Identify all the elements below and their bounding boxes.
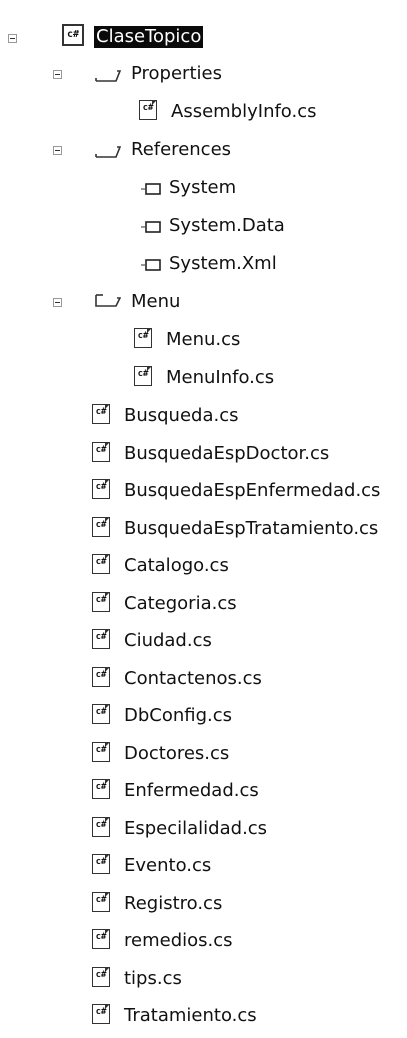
tree-node-file[interactable]: c# Evento.cs (0, 850, 407, 888)
reference-icon (141, 221, 161, 233)
file-label: remedios.cs (124, 930, 233, 951)
tree-node-file[interactable]: c# DbConfig.cs (0, 700, 407, 738)
csharp-file-icon: c# (92, 1004, 110, 1024)
file-label: tips.cs (124, 967, 182, 989)
tree-node-reference[interactable]: System.Xml (0, 248, 407, 286)
tree-node-references[interactable]: References (0, 134, 407, 172)
tree-node-menu[interactable]: Menu (0, 286, 407, 324)
reference-icon (141, 259, 161, 271)
folder-open-icon (95, 70, 121, 82)
tree-node-file[interactable]: c# MenuInfo.cs (0, 362, 407, 400)
csharp-file-icon: c# (92, 854, 110, 874)
csharp-file-icon: c# (92, 779, 110, 799)
file-label: BusquedaEspDoctor.cs (124, 442, 330, 464)
tree-node-file[interactable]: c# AssemblyInfo.cs (0, 96, 407, 134)
file-label: BusquedaEspEnfermedad.cs (124, 480, 381, 501)
file-label: Busqueda.cs (124, 405, 239, 426)
reference-label: System.Data (169, 215, 285, 236)
csharp-file-icon: c# (92, 479, 110, 499)
folder-label: References (131, 139, 232, 160)
tree-node-reference[interactable]: System.Data (0, 210, 407, 248)
tree-node-file[interactable]: c# Enfermedad.cs (0, 775, 407, 813)
folder-label: Properties (131, 63, 222, 84)
csharp-file-icon: c# (92, 554, 110, 574)
file-label: BusquedaEspTratamiento.cs (124, 517, 379, 539)
reference-label: System.Xml (169, 253, 277, 274)
csharp-file-icon: c# (92, 704, 110, 724)
tree-node-file[interactable]: c# Categoria.cs (0, 588, 407, 626)
csharp-file-icon: c# (92, 929, 110, 949)
tree-node-file[interactable]: c# tips.cs (0, 963, 407, 1001)
tree-node-properties[interactable]: Properties (0, 58, 407, 96)
csharp-file-icon: c# (92, 891, 110, 912)
file-label: Ciudad.cs (124, 630, 212, 651)
csharp-file-icon: c# (92, 629, 110, 649)
collapse-toggle-icon[interactable] (53, 146, 62, 155)
csharp-file-icon: c# (139, 100, 157, 120)
csharp-file-icon: c# (92, 666, 110, 687)
file-label: Tratamiento.cs (124, 1005, 257, 1026)
tree-node-file[interactable]: c# BusquedaEspDoctor.cs (0, 438, 407, 476)
csharp-file-icon: c# (134, 328, 152, 348)
tree-node-file[interactable]: c# remedios.cs (0, 925, 407, 963)
tree-node-reference[interactable]: System (0, 172, 407, 210)
file-label: AssemblyInfo.cs (171, 101, 317, 122)
tree-node-project[interactable]: c# ClaseTopico (0, 20, 407, 58)
file-label: Categoria.cs (124, 592, 237, 614)
csharp-file-icon: c# (92, 441, 110, 462)
tree-node-file[interactable]: c# Registro.cs (0, 888, 407, 926)
csharp-file-icon: c# (134, 366, 152, 386)
file-label: Enfermedad.cs (124, 780, 259, 801)
tree-node-file[interactable]: c# BusquedaEspEnfermedad.cs (0, 475, 407, 513)
collapse-toggle-icon[interactable] (8, 34, 17, 43)
file-label: Evento.cs (124, 855, 212, 876)
project-label: ClaseTopico (94, 26, 204, 48)
csharp-file-icon: c# (92, 516, 110, 537)
tree-node-file[interactable]: c# Doctores.cs (0, 738, 407, 776)
csharp-file-icon: c# (92, 741, 110, 762)
tree-node-file[interactable]: c# Tratamiento.cs (0, 1000, 407, 1038)
tree-node-file[interactable]: c# BusquedaEspTratamiento.cs (0, 513, 407, 551)
tree-node-file[interactable]: c# Contactenos.cs (0, 663, 407, 701)
csharp-file-icon: c# (92, 404, 110, 424)
collapse-toggle-icon[interactable] (53, 298, 62, 307)
file-label: Registro.cs (124, 892, 223, 914)
tree-node-file[interactable]: c# Catalogo.cs (0, 550, 407, 588)
csharp-file-icon: c# (92, 816, 110, 837)
file-label: Catalogo.cs (124, 555, 229, 576)
folder-open-icon (95, 294, 121, 307)
csharp-project-icon: c# (62, 24, 84, 46)
reference-icon (141, 183, 161, 195)
file-label: Menu.cs (166, 329, 241, 350)
file-label: Especilalidad.cs (124, 817, 268, 839)
file-label: Doctores.cs (124, 742, 230, 764)
csharp-file-icon: c# (92, 966, 110, 987)
tree-node-file[interactable]: c# Especilalidad.cs (0, 813, 407, 851)
reference-label: System (169, 177, 237, 198)
file-label: DbConfig.cs (124, 705, 233, 726)
tree-node-file[interactable]: c# Menu.cs (0, 324, 407, 362)
folder-open-icon (95, 146, 121, 158)
folder-label: Menu (131, 291, 181, 312)
file-label: MenuInfo.cs (166, 367, 275, 388)
csharp-file-icon: c# (92, 591, 110, 612)
collapse-toggle-icon[interactable] (53, 70, 62, 79)
tree-node-file[interactable]: c# Busqueda.cs (0, 400, 407, 438)
file-label: Contactenos.cs (124, 667, 262, 689)
tree-node-file[interactable]: c# Ciudad.cs (0, 625, 407, 663)
